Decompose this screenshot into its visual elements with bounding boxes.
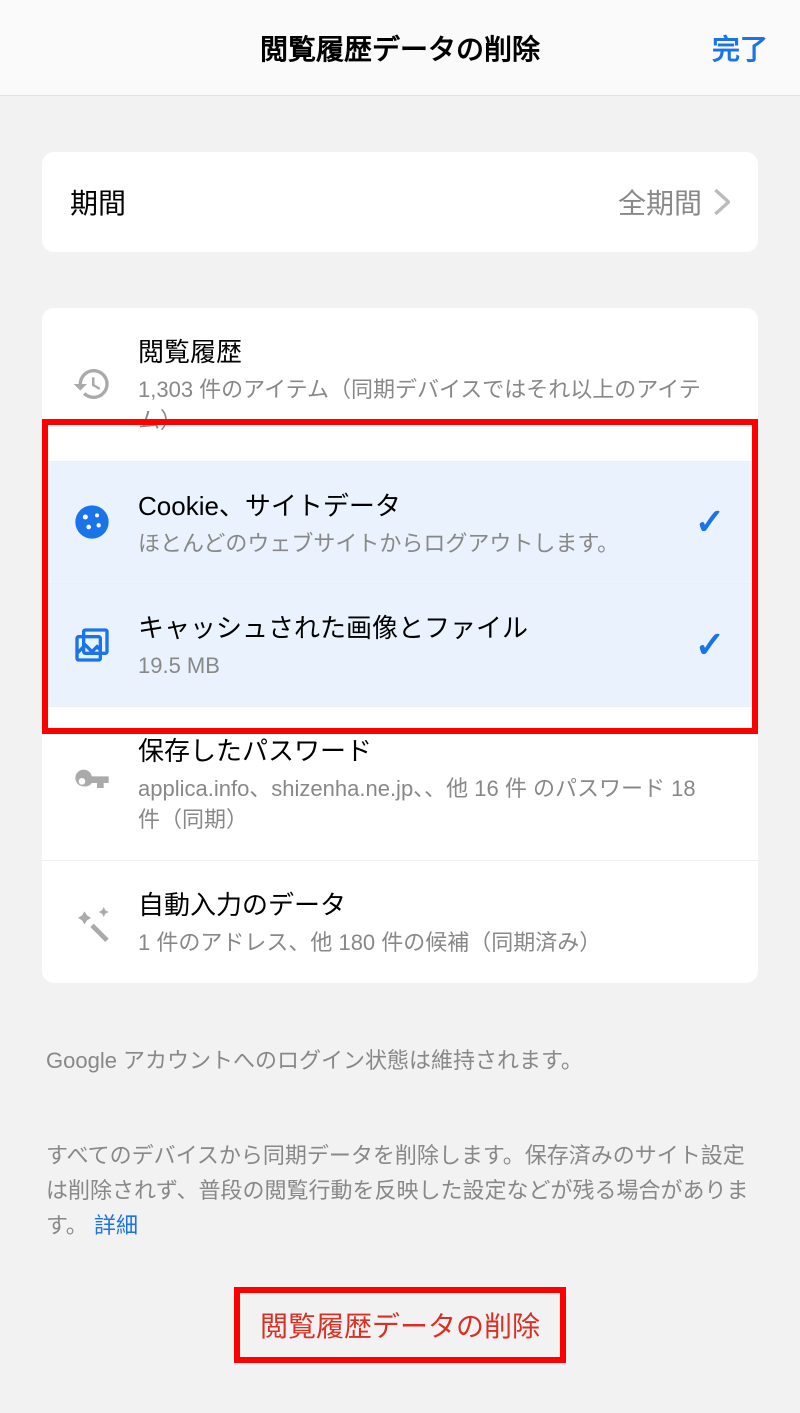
time-range-row[interactable]: 期間 全期間 [42,152,758,252]
google-account-note: Google アカウントへのログイン状態は維持されます。 [42,1043,758,1078]
wand-icon [70,902,114,942]
option-saved-passwords[interactable]: 保存したパスワード applica.info、shizenha.ne.jp、、他… [42,707,758,861]
checkmark-icon: ✓ [690,501,730,543]
option-subtitle: 1,303 件のアイテム（同期デバイスではそれ以上のアイテム） [138,375,718,437]
option-title: 保存したパスワード [138,731,718,768]
page-title: 閲覧履歴データの削除 [260,28,540,68]
option-cookies[interactable]: Cookie、サイトデータ ほとんどのウェブサイトからログアウトします。 ✓ [42,462,758,585]
options-card: 閲覧履歴 1,303 件のアイテム（同期デバイスではそれ以上のアイテム） Coo… [42,308,758,983]
option-title: Cookie、サイトデータ [138,486,654,523]
option-title: 自動入力のデータ [138,885,718,922]
option-body: 保存したパスワード applica.info、shizenha.ne.jp、、他… [138,731,730,836]
option-subtitle: applica.info、shizenha.ne.jp、、他 16 件 のパスワ… [138,774,718,836]
image-stack-icon [70,625,114,665]
option-body: Cookie、サイトデータ ほとんどのウェブサイトからログアウトします。 [138,486,666,560]
header: 閲覧履歴データの削除 完了 [0,0,800,96]
option-subtitle: ほとんどのウェブサイトからログアウトします。 [138,529,654,560]
option-autofill-data[interactable]: 自動入力のデータ 1 件のアドレス、他 180 件の候補（同期済み） [42,861,758,983]
time-range-value: 全期間 [618,182,702,222]
time-range-card: 期間 全期間 [42,152,758,252]
done-button[interactable]: 完了 [712,28,768,68]
key-icon [70,763,114,803]
option-body: 自動入力のデータ 1 件のアドレス、他 180 件の候補（同期済み） [138,885,730,959]
sync-note: すべてのデバイスから同期データを削除します。保存済みのサイト設定は削除されず、普… [42,1138,758,1244]
content: 期間 全期間 閲覧履歴 1,303 件のアイテム（同期デバイスではそれ以上のアイ… [0,96,800,1363]
delete-browsing-data-button[interactable]: 閲覧履歴データの削除 [234,1287,566,1363]
history-icon [70,364,114,404]
sync-note-text: すべてのデバイスから同期データを削除します。保存済みのサイト設定は削除されず、普… [46,1143,748,1238]
checkmark-icon: ✓ [690,624,730,666]
chevron-right-icon [714,188,730,216]
details-link[interactable]: 詳細 [94,1213,138,1238]
cookie-icon [70,502,114,542]
option-browsing-history[interactable]: 閲覧履歴 1,303 件のアイテム（同期デバイスではそれ以上のアイテム） [42,308,758,462]
option-cached-images[interactable]: キャッシュされた画像とファイル 19.5 MB ✓ [42,584,758,707]
time-range-label: 期間 [70,182,606,222]
option-subtitle: 19.5 MB [138,651,654,682]
option-body: 閲覧履歴 1,303 件のアイテム（同期デバイスではそれ以上のアイテム） [138,332,730,437]
option-title: キャッシュされた画像とファイル [138,608,654,645]
option-subtitle: 1 件のアドレス、他 180 件の候補（同期済み） [138,928,718,959]
option-body: キャッシュされた画像とファイル 19.5 MB [138,608,666,682]
option-title: 閲覧履歴 [138,332,718,369]
delete-button-wrap: 閲覧履歴データの削除 [42,1287,758,1363]
